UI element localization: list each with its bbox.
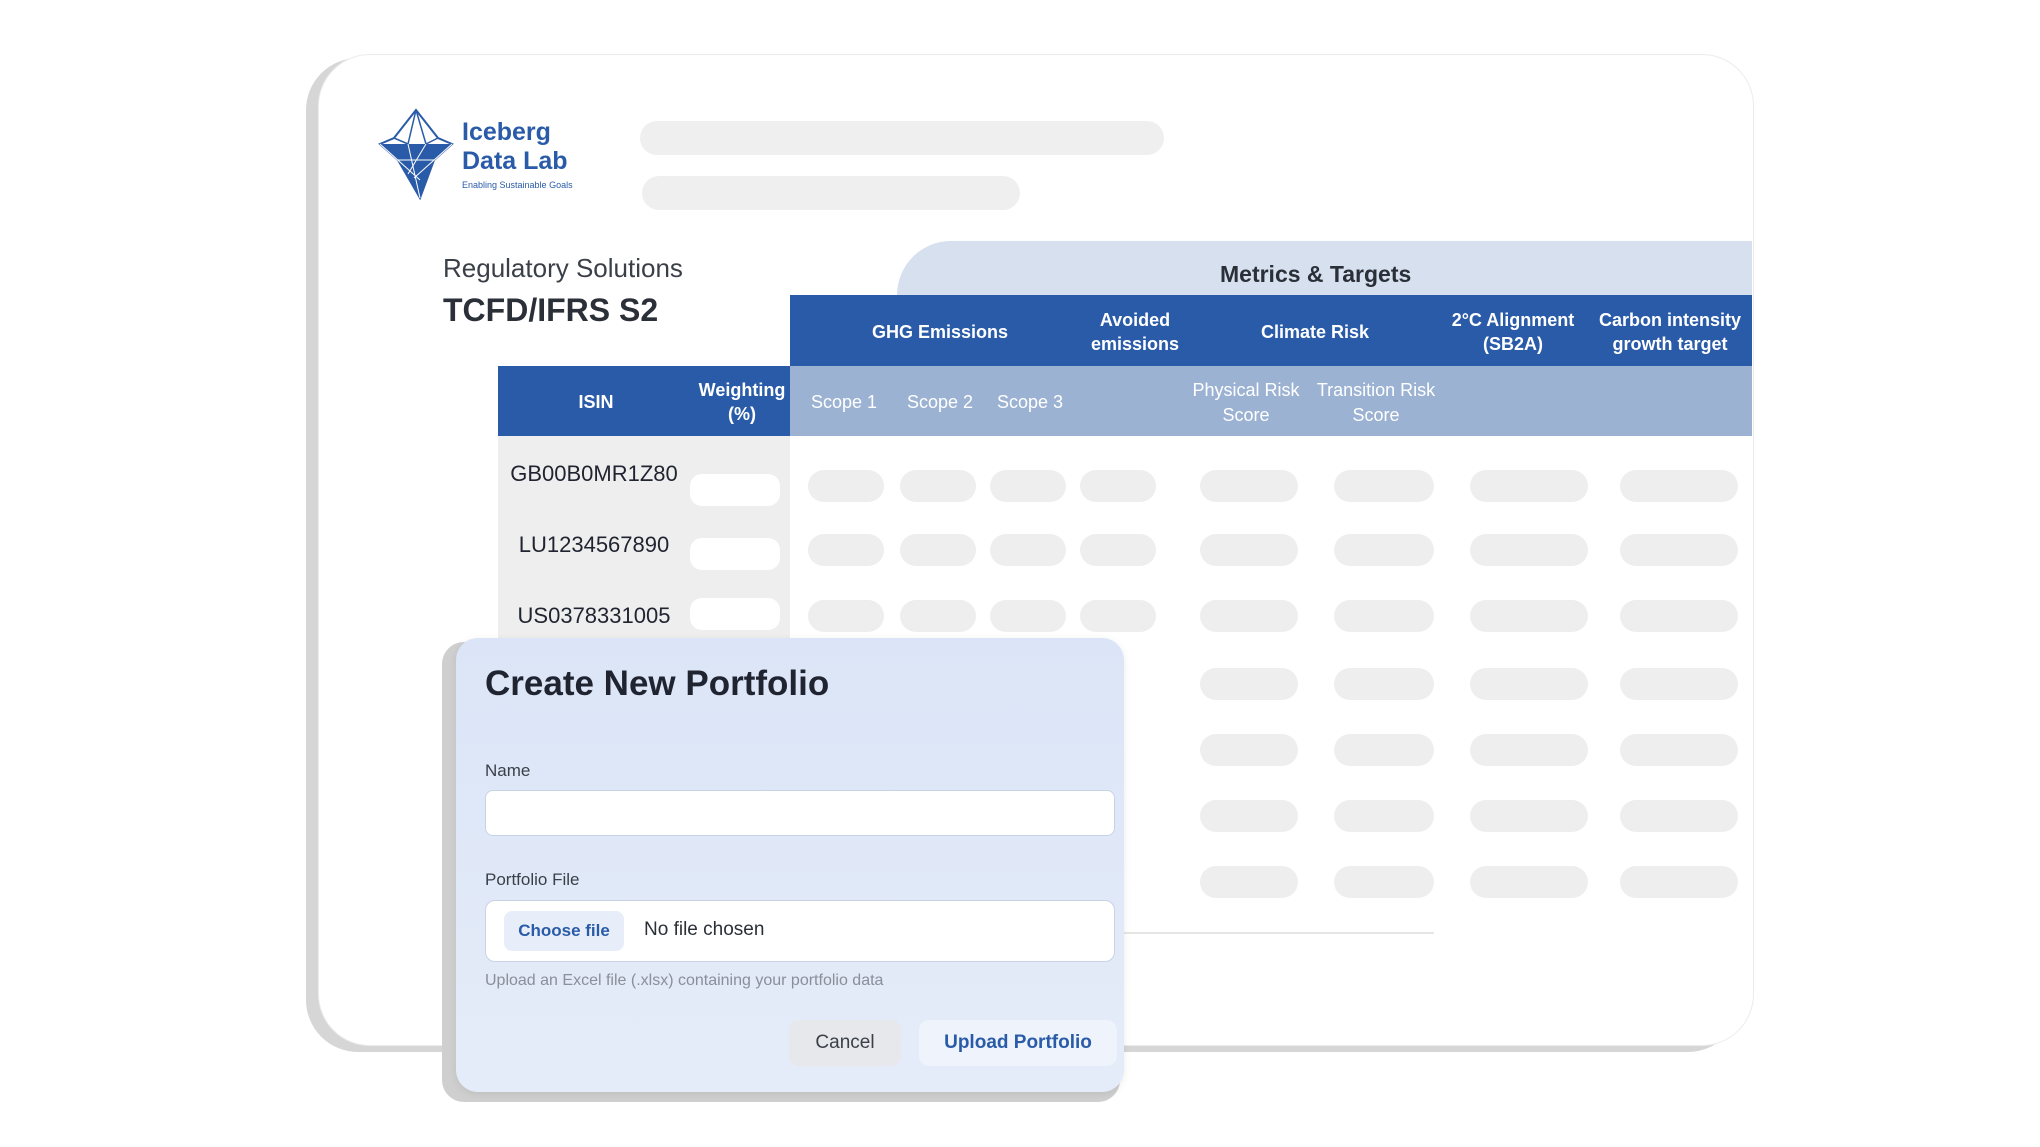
value-cell-placeholder <box>1334 470 1434 502</box>
weighting-input[interactable] <box>690 538 780 570</box>
value-cell-placeholder <box>1470 534 1588 566</box>
value-cell-placeholder <box>990 600 1066 632</box>
value-cell-placeholder <box>1620 534 1738 566</box>
value-cell-placeholder <box>1200 668 1298 700</box>
metrics-targets-label: Metrics & Targets <box>1220 261 1412 287</box>
value-cell-placeholder <box>1334 600 1434 632</box>
value-cell-placeholder <box>1620 734 1738 766</box>
value-cell-placeholder <box>1620 470 1738 502</box>
value-cell-placeholder <box>1334 734 1434 766</box>
value-cell-placeholder <box>1620 800 1738 832</box>
value-cell-placeholder <box>1200 866 1298 898</box>
value-cell-placeholder <box>808 534 884 566</box>
value-cell-placeholder <box>1470 600 1588 632</box>
value-cell-placeholder <box>1334 866 1434 898</box>
group-header-ghg: GHG Emissions <box>871 322 1009 342</box>
subheader-scope-3: Scope 3 <box>996 392 1064 412</box>
value-cell-placeholder <box>1334 534 1434 566</box>
iceberg-logo-icon <box>378 108 454 200</box>
value-cell-placeholder <box>1620 600 1738 632</box>
value-cell-placeholder <box>900 470 976 502</box>
modal-title: Create New Portfolio <box>485 664 830 703</box>
group-header-climate-risk: Climate Risk <box>1260 322 1370 342</box>
isin-row-3: US0378331005 <box>517 603 671 628</box>
table-divider <box>1120 932 1434 934</box>
value-cell-placeholder <box>990 534 1066 566</box>
value-cell-placeholder <box>990 470 1066 502</box>
weighting-input[interactable] <box>690 474 780 506</box>
value-cell-placeholder <box>900 534 976 566</box>
value-cell-placeholder <box>1080 470 1156 502</box>
upload-portfolio-button[interactable]: Upload Portfolio <box>919 1020 1117 1066</box>
weighting-header: Weighting (%) <box>698 380 786 424</box>
value-cell-placeholder <box>900 600 976 632</box>
group-header-alignment: 2°C Alignment (SB2A) <box>1451 310 1575 354</box>
subheader-scope-2: Scope 2 <box>906 392 974 412</box>
value-cell-placeholder <box>1334 800 1434 832</box>
value-cell-placeholder <box>1470 800 1588 832</box>
page-subtitle: Regulatory Solutions <box>443 253 683 283</box>
value-cell-placeholder <box>1200 470 1298 502</box>
isin-header: ISIN <box>578 392 614 412</box>
value-cell-placeholder <box>808 470 884 502</box>
value-cell-placeholder <box>1200 734 1298 766</box>
weighting-input[interactable] <box>690 598 780 630</box>
page-title: TCFD/IFRS S2 <box>443 292 659 328</box>
placeholder-bar <box>640 121 1164 155</box>
choose-file-button[interactable]: Choose file <box>504 911 624 951</box>
brand-tagline: Enabling Sustainable Goals <box>462 180 573 190</box>
value-cell-placeholder <box>1470 470 1588 502</box>
group-header-carbon-intensity: Carbon intensity growth target <box>1598 310 1741 354</box>
isin-row-2: LU1234567890 <box>518 532 670 557</box>
value-cell-placeholder <box>1470 866 1588 898</box>
brand-name: Iceberg Data Lab <box>462 118 568 175</box>
value-cell-placeholder <box>1080 534 1156 566</box>
value-cell-placeholder <box>1620 668 1738 700</box>
subheader-transition-risk: Transition Risk Score <box>1316 380 1436 425</box>
value-cell-placeholder <box>1334 668 1434 700</box>
cancel-button[interactable]: Cancel <box>789 1020 901 1066</box>
value-cell-placeholder <box>1200 800 1298 832</box>
subheader-physical-risk: Physical Risk Score <box>1192 380 1300 425</box>
isin-row-1: GB00B0MR1Z80 <box>510 461 678 486</box>
upload-hint: Upload an Excel file (.xlsx) containing … <box>485 972 884 989</box>
create-portfolio-modal: Create New Portfolio Name Portfolio File… <box>456 638 1124 1092</box>
portfolio-file-label: Portfolio File <box>485 870 580 889</box>
value-cell-placeholder <box>1080 600 1156 632</box>
no-file-text: No file chosen <box>644 919 765 940</box>
value-cell-placeholder <box>1620 866 1738 898</box>
value-cell-placeholder <box>1200 600 1298 632</box>
value-cell-placeholder <box>1470 668 1588 700</box>
portfolio-file-input[interactable]: Choose file No file chosen <box>485 900 1115 962</box>
value-cell-placeholder <box>808 600 884 632</box>
name-label: Name <box>485 761 531 780</box>
value-cell-placeholder <box>1470 734 1588 766</box>
placeholder-bar <box>642 176 1020 210</box>
group-header-avoided: Avoided emissions <box>1090 310 1180 354</box>
name-input[interactable] <box>485 790 1115 836</box>
value-cell-placeholder <box>1200 534 1298 566</box>
subheader-scope-1: Scope 1 <box>810 392 878 412</box>
